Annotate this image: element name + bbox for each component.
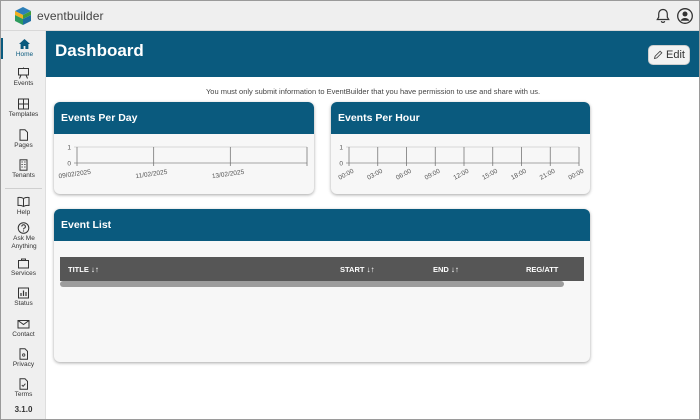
sidebar-item-terms[interactable]: Terms — [1, 378, 46, 399]
x-tick-label: 12:00 — [452, 168, 470, 182]
sidebar-item-label: Ask Me Anything — [11, 235, 37, 250]
x-tick-label: 13/02/2025 — [212, 169, 246, 181]
sidebar-item-help[interactable]: Help — [1, 196, 46, 217]
sidebar-item-pages[interactable]: Pages — [1, 129, 46, 150]
sidebar-item-status[interactable]: Status — [1, 287, 46, 308]
app-window: eventbuilder Home Events Templates Pages — [0, 0, 700, 420]
sidebar-item-label: Events — [13, 80, 34, 87]
column-header-title[interactable]: TITLE ↓↑ — [68, 265, 99, 274]
sidebar-item-label: Privacy — [12, 361, 35, 368]
card-title: Events Per Hour — [331, 102, 590, 134]
column-label: TITLE — [68, 265, 89, 274]
x-tick-label: 18:00 — [510, 168, 528, 182]
card-title: Events Per Day — [54, 102, 314, 134]
x-tick-label: 09:00 — [424, 168, 442, 182]
sidebar-item-label: Templates — [8, 111, 39, 118]
y-tick-label: 1 — [67, 144, 71, 151]
x-tick-label: 03:00 — [366, 168, 384, 182]
column-label: REG/ATT — [526, 265, 559, 274]
bag-icon — [18, 258, 29, 269]
events-per-day-card: Events Per Day 0 1 09/02/2025 11/02/2025 13/… — [54, 102, 314, 194]
event-table-header: TITLE ↓↑ START ↓↑ END ↓↑ REG/ATT — [60, 257, 584, 281]
sidebar-item-label: Help — [16, 209, 31, 216]
home-icon — [19, 39, 30, 49]
sidebar-item-events[interactable]: Events — [1, 67, 46, 88]
sort-icon: ↓↑ — [366, 265, 375, 274]
column-header-end[interactable]: END ↓↑ — [433, 265, 459, 274]
x-tick-label: 15:00 — [481, 168, 499, 182]
edit-button[interactable]: Edit — [648, 45, 690, 65]
user-circle-icon[interactable] — [676, 7, 694, 25]
sidebar-item-label: Tenants — [12, 172, 35, 179]
edit-button-label: Edit — [666, 49, 685, 61]
brand-name: eventbuilder — [37, 9, 104, 23]
x-tick-label: 00:00 — [567, 168, 585, 182]
sidebar-item-label: Home — [15, 51, 34, 58]
sort-icon: ↓↑ — [90, 265, 99, 274]
sidebar-item-privacy[interactable]: Privacy — [1, 348, 46, 369]
envelope-icon — [17, 320, 30, 329]
sidebar-item-label: Contact — [12, 331, 35, 338]
events-per-day-chart: 0 1 09/02/2025 11/02/2025 13/02/2025 — [58, 144, 308, 181]
sidebar-item-label: Terms — [14, 391, 33, 398]
sidebar-item-ask-me-anything[interactable]: Ask Me Anything — [1, 222, 46, 250]
pencil-icon — [653, 50, 663, 60]
x-tick-label: 06:00 — [395, 168, 413, 182]
page-title: Dashboard — [55, 41, 144, 60]
building-icon — [19, 159, 28, 171]
x-tick-label: 21:00 — [539, 168, 557, 182]
sidebar-item-templates[interactable]: Templates — [1, 98, 46, 119]
page-icon — [19, 129, 28, 141]
page-header: Dashboard Edit — [46, 31, 699, 77]
top-bar: eventbuilder — [1, 1, 699, 31]
sidebar-item-contact[interactable]: Contact — [1, 318, 46, 339]
x-tick-label: 09/02/2025 — [58, 169, 92, 181]
horizontal-scrollbar[interactable] — [60, 281, 564, 287]
sidebar-item-tenants[interactable]: Tenants — [1, 159, 46, 180]
app-version: 3.1.0 — [14, 405, 33, 414]
bell-icon[interactable] — [654, 7, 672, 25]
x-tick-label: 11/02/2025 — [135, 169, 168, 180]
easel-icon — [18, 67, 29, 79]
sort-icon: ↓↑ — [450, 265, 459, 274]
sidebar: Home Events Templates Pages Tenants Help… — [1, 31, 46, 419]
sidebar-item-label: Pages — [14, 142, 33, 149]
x-tick-label: 00:00 — [337, 168, 355, 182]
y-tick-label: 1 — [339, 144, 343, 151]
events-per-hour-chart: 0 1 00:00 03:00 06:00 09:00 12:00 15:00 18:00 21:… — [337, 144, 585, 182]
card-title: Event List — [54, 209, 590, 241]
events-per-hour-card: Events Per Hour 0 1 00:00 03:00 06:00 09:00 12… — [331, 102, 590, 194]
sidebar-item-home[interactable]: Home — [1, 38, 46, 59]
event-list-card: Event List TITLE ↓↑ START ↓↑ END ↓↑ REG/… — [54, 209, 590, 362]
sidebar-item-label: Services — [11, 270, 36, 277]
sidebar-item-services[interactable]: Services — [1, 257, 46, 278]
status-chart-icon — [18, 287, 29, 299]
book-icon — [17, 196, 30, 208]
column-label: START — [340, 265, 365, 274]
column-header-reg-att[interactable]: REG/ATT — [526, 265, 558, 274]
templates-icon — [18, 98, 29, 110]
sidebar-divider — [5, 188, 42, 189]
eventbuilder-logo-icon[interactable] — [13, 6, 33, 26]
column-label: END — [433, 265, 449, 274]
sidebar-item-label: Status — [14, 300, 33, 307]
terms-doc-icon — [19, 378, 28, 390]
permission-notice: You must only submit information to Even… — [205, 87, 541, 96]
question-icon — [17, 222, 30, 234]
y-tick-label: 0 — [339, 160, 343, 167]
privacy-doc-icon — [19, 348, 28, 360]
column-header-start[interactable]: START ↓↑ — [340, 265, 374, 274]
y-tick-label: 0 — [67, 160, 71, 167]
